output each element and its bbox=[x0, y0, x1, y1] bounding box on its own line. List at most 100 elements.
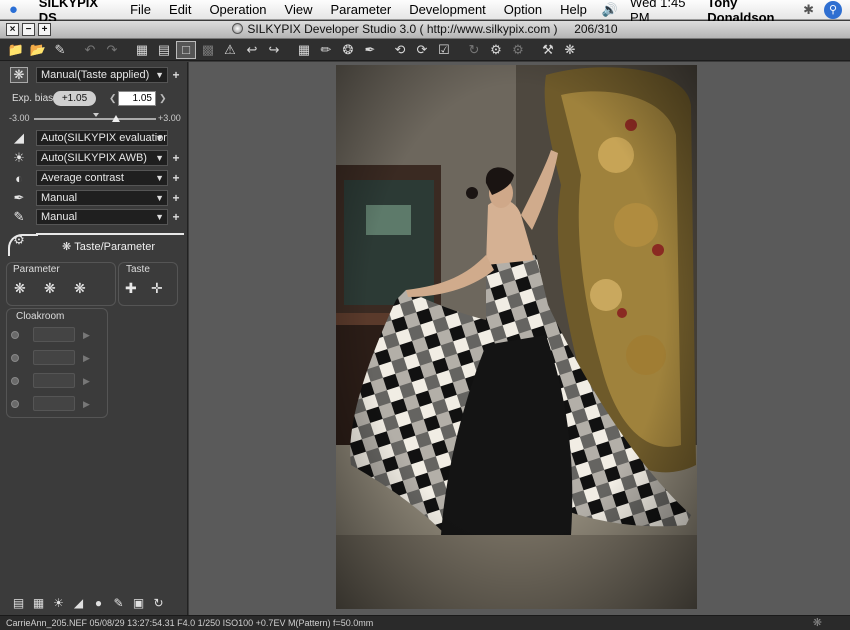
exposure-icon[interactable]: ◢ bbox=[10, 130, 28, 146]
cloakroom-slot-3-icon[interactable] bbox=[11, 377, 19, 385]
check-mark-icon[interactable]: ☑ bbox=[434, 41, 454, 59]
exp-bias-reset-button[interactable]: +1.05 bbox=[53, 91, 96, 106]
menu-view[interactable]: View bbox=[276, 2, 322, 17]
lens-correction-icon[interactable]: ▣ bbox=[130, 595, 147, 611]
histogram-icon[interactable]: ▤ bbox=[10, 595, 27, 611]
next-image-icon[interactable]: ↪ bbox=[264, 41, 284, 59]
bluetooth-icon[interactable]: ✱ bbox=[797, 2, 820, 18]
sun-icon[interactable]: ☀ bbox=[10, 150, 28, 166]
batch-develop-icon[interactable]: ⚙ bbox=[508, 41, 528, 59]
white-balance-picker-icon[interactable]: ✏ bbox=[316, 41, 336, 59]
parameter-copy-icon[interactable]: ❋ bbox=[74, 280, 86, 297]
rotate-left-icon[interactable]: ⟲ bbox=[390, 41, 410, 59]
taste-group-title: Taste bbox=[126, 264, 150, 275]
hammer-tool-icon[interactable]: ⚒ bbox=[538, 41, 558, 59]
settings-icon[interactable]: ❋ bbox=[560, 41, 580, 59]
exp-bias-label: Exp. bias bbox=[12, 93, 54, 104]
open-folder-icon[interactable]: 📁 bbox=[6, 41, 26, 59]
cloakroom-slot-1[interactable] bbox=[33, 327, 75, 342]
eyedropper-icon[interactable]: ✒ bbox=[360, 41, 380, 59]
noise-add-button[interactable]: + bbox=[171, 210, 181, 224]
preview-photo[interactable] bbox=[336, 65, 697, 609]
rotation-icon[interactable]: ↻ bbox=[150, 595, 167, 611]
cloakroom-slot-1-icon[interactable] bbox=[11, 331, 19, 339]
cloakroom-slot-2-arrow-icon[interactable]: ▶ bbox=[83, 353, 90, 364]
parameter-load-icon[interactable]: ❋ bbox=[14, 280, 26, 297]
eraser-icon[interactable]: ✎ bbox=[50, 41, 70, 59]
status-text: CarrieAnn_205.NEF 05/08/29 13:27:54.31 F… bbox=[6, 618, 374, 628]
open-file-icon[interactable]: 📂 bbox=[28, 41, 48, 59]
slider-center-tick bbox=[93, 113, 99, 117]
taste-edit-icon[interactable]: ✛ bbox=[151, 280, 163, 297]
control-panel: ❋ Manual(Taste applied) ▼ + Exp. bias +1.… bbox=[0, 62, 188, 615]
cloakroom-slot-4[interactable] bbox=[33, 396, 75, 411]
sharpness-add-button[interactable]: + bbox=[171, 191, 181, 205]
menubar-extras: 🔊 Wed 1:45 PM Tony Donaldson ✱ ⚲ bbox=[596, 0, 850, 25]
taste-icon[interactable]: ❋ bbox=[10, 67, 28, 83]
cloakroom-slot-4-arrow-icon[interactable]: ▶ bbox=[83, 399, 90, 410]
menu-option[interactable]: Option bbox=[495, 2, 551, 17]
single-view-icon[interactable]: □ bbox=[176, 40, 196, 59]
filmstrip-view-icon[interactable]: ▤ bbox=[154, 41, 174, 59]
silkypix-logo-icon bbox=[232, 23, 244, 34]
rotate-right-icon[interactable]: ⟳ bbox=[412, 41, 432, 59]
warning-icon[interactable]: ⚠ bbox=[220, 41, 240, 59]
menu-parameter[interactable]: Parameter bbox=[321, 2, 400, 17]
taste-add-button[interactable]: + bbox=[171, 68, 181, 82]
image-counter: 206/310 bbox=[574, 22, 618, 36]
menu-help[interactable]: Help bbox=[551, 2, 596, 17]
taste-dropdown[interactable]: Manual(Taste applied) ▼ bbox=[36, 67, 168, 83]
previous-image-icon[interactable]: ↩ bbox=[242, 41, 262, 59]
grid-compare-icon[interactable]: ▩ bbox=[198, 41, 218, 59]
exp-bias-decrease-icon[interactable]: ❮ bbox=[109, 93, 117, 104]
window-title: SILKYPIX Developer Studio 3.0 ( http://w… bbox=[0, 22, 850, 36]
sharpness-dropdown[interactable]: Manual ▼ bbox=[36, 190, 168, 206]
sun-settings-icon[interactable]: ☀ bbox=[50, 595, 67, 611]
exif-icon[interactable]: ▦ bbox=[30, 595, 47, 611]
parameter-save-icon[interactable]: ❋ bbox=[44, 280, 56, 297]
color-sphere-icon[interactable]: ● bbox=[90, 595, 107, 611]
spot-tool-icon[interactable]: ❂ bbox=[338, 41, 358, 59]
undo-icon[interactable]: ↶ bbox=[80, 41, 100, 59]
cloakroom-slot-4-icon[interactable] bbox=[11, 400, 19, 408]
image-preview-area[interactable] bbox=[189, 62, 850, 615]
chevron-down-icon: ▼ bbox=[155, 70, 164, 80]
exp-bias-input[interactable]: 1.05 bbox=[118, 91, 156, 106]
apple-menu-icon[interactable]: ● bbox=[0, 1, 27, 18]
pen-icon[interactable]: ✒ bbox=[10, 190, 28, 206]
exp-bias-slider[interactable] bbox=[34, 118, 156, 120]
menu-file[interactable]: File bbox=[121, 2, 160, 17]
cloakroom-slot-3[interactable] bbox=[33, 373, 75, 388]
awb-add-button[interactable]: + bbox=[171, 151, 181, 165]
contrast-dropdown[interactable]: Average contrast ▼ bbox=[36, 170, 168, 186]
exp-bias-increase-icon[interactable]: ❯ bbox=[159, 93, 167, 104]
cloakroom-slot-1-arrow-icon[interactable]: ▶ bbox=[83, 330, 90, 341]
main-toolbar: 📁 📂 ✎ ↶ ↷ ▦ ▤ □ ▩ ⚠ ↩ ↪ ▦ ✏ ❂ ✒ ⟲ ⟳ ☑ ↻ … bbox=[0, 39, 850, 61]
spotlight-icon[interactable]: ⚲ bbox=[824, 0, 842, 19]
taste-row: ❋ Manual(Taste applied) ▼ + bbox=[0, 66, 188, 84]
cloakroom-slot-3-arrow-icon[interactable]: ▶ bbox=[83, 376, 90, 387]
contrast-icon[interactable]: ◐ bbox=[10, 170, 28, 186]
photo-illustration bbox=[336, 65, 697, 609]
contrast-add-button[interactable]: + bbox=[171, 171, 181, 185]
thumbnail-view-icon[interactable]: ▦ bbox=[132, 41, 152, 59]
awb-dropdown[interactable]: Auto(SILKYPIX AWB) ▼ bbox=[36, 150, 168, 166]
menu-operation[interactable]: Operation bbox=[200, 2, 275, 17]
cloakroom-slot-2-icon[interactable] bbox=[11, 354, 19, 362]
sync-icon[interactable]: ↻ bbox=[464, 41, 484, 59]
tone-curve-icon[interactable]: ◢ bbox=[70, 595, 87, 611]
tab-taste-parameter[interactable]: ❋ Taste/Parameter bbox=[62, 240, 155, 253]
sharpen-icon[interactable]: ✎ bbox=[110, 595, 127, 611]
menu-edit[interactable]: Edit bbox=[160, 2, 200, 17]
volume-icon[interactable]: 🔊 bbox=[596, 2, 624, 18]
develop-icon[interactable]: ⚙ bbox=[486, 41, 506, 59]
redo-icon[interactable]: ↷ bbox=[102, 41, 122, 59]
cloakroom-slot-2[interactable] bbox=[33, 350, 75, 365]
noise-dropdown[interactable]: Manual ▼ bbox=[36, 209, 168, 225]
exp-bias-slider-knob[interactable] bbox=[112, 115, 121, 122]
crop-grid-icon[interactable]: ▦ bbox=[294, 41, 314, 59]
brush-icon[interactable]: ✎ bbox=[10, 209, 28, 225]
menu-development[interactable]: Development bbox=[400, 2, 495, 17]
wb-eval-dropdown[interactable]: Auto(SILKYPIX evaluation) ▼ bbox=[36, 130, 168, 146]
taste-add-icon[interactable]: ✚ bbox=[125, 280, 137, 297]
